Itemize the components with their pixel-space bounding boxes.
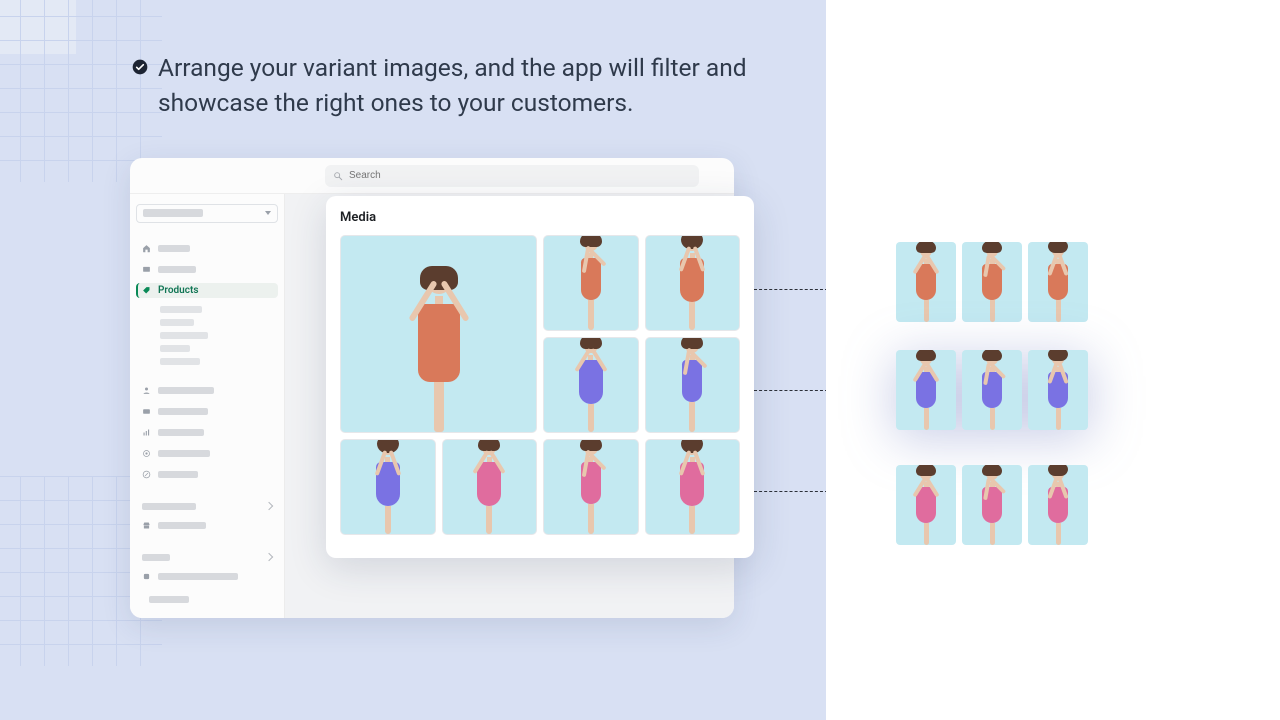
placeholder-line: [160, 332, 208, 339]
variant-group: [896, 465, 1088, 545]
nav-item[interactable]: [136, 467, 278, 482]
placeholder-line: [142, 503, 196, 510]
admin-sidebar: Products: [130, 194, 285, 618]
variant-thumbnail: [962, 242, 1022, 322]
app-icon: [142, 572, 151, 581]
home-icon: [142, 244, 151, 253]
section-header[interactable]: [136, 500, 278, 512]
person-icon: [142, 386, 151, 395]
variant-group: [896, 350, 1088, 430]
placeholder-line: [142, 554, 170, 561]
placeholder-line: [160, 319, 194, 326]
nav-label: Products: [158, 285, 198, 296]
nav-item[interactable]: [136, 446, 278, 461]
nav-sublist: [136, 306, 278, 365]
variant-thumbnail: [1028, 242, 1088, 322]
chevron-right-icon: [265, 553, 273, 561]
variant-thumbnail: [896, 242, 956, 322]
orders-icon: [142, 265, 151, 274]
section-header[interactable]: [136, 552, 278, 564]
placeholder-line: [158, 522, 206, 529]
nav-item[interactable]: [136, 518, 278, 533]
media-tile[interactable]: [340, 235, 537, 433]
nav-item-home[interactable]: [136, 241, 278, 256]
placeholder-line: [158, 573, 238, 580]
media-tile[interactable]: [442, 439, 538, 535]
media-card: Media: [326, 196, 754, 558]
nav-item[interactable]: [136, 404, 278, 419]
nav-item[interactable]: [136, 383, 278, 398]
placeholder-line: [160, 306, 202, 313]
media-tile[interactable]: [645, 337, 741, 433]
tag-icon: [142, 286, 151, 295]
variant-thumbnail: [962, 465, 1022, 545]
placeholder-line: [160, 345, 190, 352]
marketing-icon: [142, 449, 151, 458]
media-tile[interactable]: [543, 235, 639, 331]
placeholder-line: [158, 450, 210, 457]
placeholder-line: [158, 429, 204, 436]
nav-item-products[interactable]: Products: [136, 283, 278, 298]
media-grid: [340, 235, 740, 535]
media-title: Media: [340, 210, 740, 225]
headline-text: Arrange your variant images, and the app…: [158, 51, 772, 121]
chevron-right-icon: [265, 502, 273, 510]
store-icon: [142, 521, 151, 530]
nav-item[interactable]: [136, 425, 278, 440]
card-icon: [142, 407, 151, 416]
headline-row: Arrange your variant images, and the app…: [132, 51, 772, 121]
variant-thumbnail: [962, 350, 1022, 430]
nav-item-settings[interactable]: [136, 590, 278, 608]
store-picker[interactable]: [136, 204, 278, 223]
media-tile[interactable]: [543, 439, 639, 535]
placeholder-line: [158, 471, 198, 478]
placeholder-line: [158, 245, 190, 252]
variant-group: [896, 242, 1088, 322]
nav-item[interactable]: [136, 569, 278, 584]
discount-icon: [142, 470, 151, 479]
search-icon: [333, 166, 343, 185]
placeholder-line: [158, 387, 214, 394]
check-circle-icon: [132, 59, 148, 75]
search-input[interactable]: [349, 170, 691, 181]
variant-thumbnail: [896, 465, 956, 545]
placeholder-line: [158, 408, 208, 415]
variant-thumbnail: [1028, 350, 1088, 430]
marketing-left-pane: Arrange your variant images, and the app…: [0, 0, 826, 720]
admin-topbar: [130, 158, 734, 194]
media-tile[interactable]: [645, 439, 741, 535]
placeholder-line: [143, 209, 203, 217]
media-tile[interactable]: [340, 439, 436, 535]
placeholder-line: [149, 596, 189, 603]
nav-item-orders[interactable]: [136, 262, 278, 277]
media-tile[interactable]: [645, 235, 741, 331]
chevron-down-icon: [265, 211, 271, 215]
variant-result-pane: [826, 0, 1280, 720]
variant-thumbnail: [1028, 465, 1088, 545]
search-input-wrap[interactable]: [325, 165, 699, 187]
media-tile[interactable]: [543, 337, 639, 433]
analytics-icon: [142, 428, 151, 437]
placeholder-line: [158, 266, 196, 273]
variant-thumbnail: [896, 350, 956, 430]
placeholder-line: [160, 358, 200, 365]
